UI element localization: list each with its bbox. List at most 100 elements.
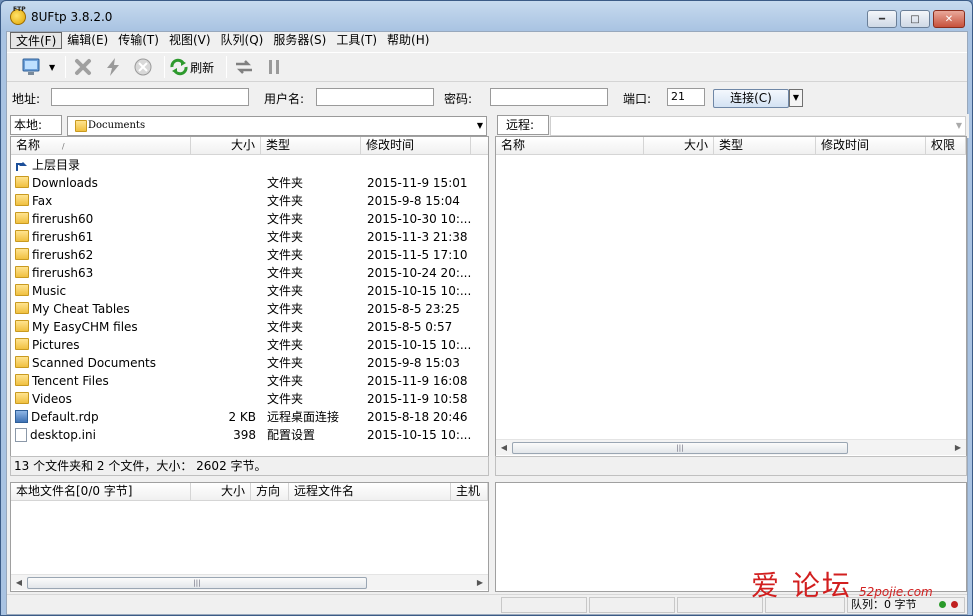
disconnect-button[interactable] [70,55,96,79]
password-input[interactable] [490,88,608,106]
x-icon [75,59,92,75]
app-logo-icon: FTP [10,6,26,25]
cell-size [191,282,261,300]
toolbar-separator [226,56,228,78]
remote-path-combo[interactable]: ▼ [550,116,966,136]
pause-button[interactable] [261,55,287,79]
folder-icon [15,248,29,260]
folder-icon [15,320,29,332]
cell-modified: 2015-11-3 21:38 [367,230,468,244]
table-row[interactable]: Scanned Documents 文件夹 2015-9-8 15:03 [11,354,471,372]
title-bar[interactable]: FTP 8UFtp 3.8.2.0 ━ □ ✕ [1,1,972,31]
scroll-left-icon[interactable]: ◀ [497,441,511,455]
cell-modified: 2015-9-8 15:03 [367,356,460,370]
folder-icon [15,212,29,224]
scroll-right-icon[interactable]: ▶ [951,441,965,455]
remote-path-bar: 远程: ▼ [495,114,969,138]
site-dropdown-icon[interactable]: ▼ [49,63,55,72]
table-row[interactable]: Tencent Files 文件夹 2015-11-9 16:08 [11,372,471,390]
cell-size: 398 [233,428,256,442]
col-name[interactable]: 名称 [496,137,644,155]
queue-status-text: 队列：0 字节 [851,598,917,611]
col-type[interactable]: 类型 [714,137,816,155]
table-row[interactable]: firerush60 文件夹 2015-10-30 10:... [11,210,471,228]
table-row[interactable]: Fax 文件夹 2015-9-8 15:04 [11,192,471,210]
log-pane[interactable] [495,482,967,592]
col-permissions[interactable]: 权限 [926,137,966,155]
table-row[interactable]: Pictures 文件夹 2015-10-15 10:... [11,336,471,354]
col-modified[interactable]: 修改时间 [816,137,926,155]
transfer-queue-button[interactable] [231,55,257,79]
table-row[interactable]: My EasyCHM files 文件夹 2015-8-5 0:57 [11,318,471,336]
site-manager-button[interactable] [19,55,45,79]
queue-hscrollbar[interactable]: ◀ ||| ▶ [11,574,488,590]
minimize-button[interactable]: ━ [867,10,897,28]
table-row[interactable]: desktop.ini 398 配置设置 2015-10-15 10:... [11,426,471,444]
cell-type: 文件夹 [267,338,304,352]
refresh-button[interactable]: 刷新 [169,55,218,79]
file-name: Default.rdp [31,410,99,424]
connect-dropdown-icon[interactable]: ▼ [789,89,803,107]
col-modified[interactable]: 修改时间 [361,137,471,155]
cell-size [191,210,261,228]
menu-server[interactable]: 服务器(S) [268,32,331,49]
queue-list[interactable]: 本地文件名[0/0 字节] 大小 方向 远程文件名 主机 ◀ ||| ▶ [10,482,489,592]
quick-connect-button[interactable] [100,55,126,79]
cell-modified: 2015-8-18 20:46 [367,410,468,424]
scroll-right-icon[interactable]: ▶ [473,576,487,590]
col-name[interactable]: 名称 / [11,137,191,155]
folder-icon [15,194,29,206]
menu-file[interactable]: 文件(F) [10,32,63,49]
scroll-thumb[interactable]: ||| [512,442,848,454]
folder-icon [15,176,29,188]
cancel-button[interactable] [130,55,156,79]
scroll-left-icon[interactable]: ◀ [12,576,26,590]
file-name: firerush60 [32,212,94,226]
connect-button[interactable]: 连接(C) [713,89,789,108]
port-input[interactable]: 21 [667,88,705,106]
table-row[interactable]: Default.rdp 2 KB 远程桌面连接 2015-8-18 20:46 [11,408,471,426]
remote-hscrollbar[interactable]: ◀ ||| ▶ [496,439,966,455]
status-cell [589,597,675,613]
table-row[interactable]: firerush63 文件夹 2015-10-24 20:... [11,264,471,282]
table-row[interactable]: Music 文件夹 2015-10-15 10:... [11,282,471,300]
table-row[interactable]: firerush61 文件夹 2015-11-3 21:38 [11,228,471,246]
local-file-list[interactable]: 名称 / 大小 类型 修改时间 上层目录 Downloads 文件夹 2015-11-… [10,136,489,457]
file-name: Scanned Documents [32,356,157,370]
file-name: 上层目录 [32,158,81,172]
table-row[interactable]: My Cheat Tables 文件夹 2015-8-5 23:25 [11,300,471,318]
menu-help[interactable]: 帮助(H) [382,32,434,49]
table-row[interactable]: Videos 文件夹 2015-11-9 10:58 [11,390,471,408]
menu-queue[interactable]: 队列(Q) [216,32,269,49]
remote-file-list[interactable]: 名称 大小 类型 修改时间 权限 ◀ ||| ▶ [495,136,967,457]
file-name: Tencent Files [32,374,109,388]
menu-transfer[interactable]: 传输(T) [113,32,164,49]
col-size[interactable]: 大小 [644,137,714,155]
folder-icon [15,302,29,314]
close-button[interactable]: ✕ [933,10,965,28]
menu-view[interactable]: 视图(V) [164,32,216,49]
scroll-thumb[interactable]: ||| [27,577,367,589]
col-direction[interactable]: 方向 [251,483,289,501]
local-path-combo[interactable]: Documents ▼ [67,116,487,136]
table-row[interactable]: Downloads 文件夹 2015-11-9 15:01 [11,174,471,192]
address-input[interactable] [51,88,249,106]
username-input[interactable] [316,88,434,106]
maximize-button[interactable]: □ [900,10,930,28]
cell-size [191,336,261,354]
col-type[interactable]: 类型 [261,137,361,155]
col-size[interactable]: 大小 [191,483,251,501]
table-row[interactable]: 上层目录 [11,156,471,174]
menu-tools[interactable]: 工具(T) [331,32,382,49]
chevron-down-icon: ▼ [955,121,962,130]
col-host[interactable]: 主机 [451,483,488,501]
menu-edit[interactable]: 编辑(E) [62,32,113,49]
cell-type: 文件夹 [267,266,304,280]
cell-modified: 2015-10-15 10:... [367,338,471,352]
col-size[interactable]: 大小 [191,137,261,155]
col-local-file[interactable]: 本地文件名[0/0 字节] [11,483,191,501]
cell-size [191,318,261,336]
table-row[interactable]: firerush62 文件夹 2015-11-5 17:10 [11,246,471,264]
col-remote-file[interactable]: 远程文件名 [289,483,451,501]
pause-icon [269,60,280,74]
